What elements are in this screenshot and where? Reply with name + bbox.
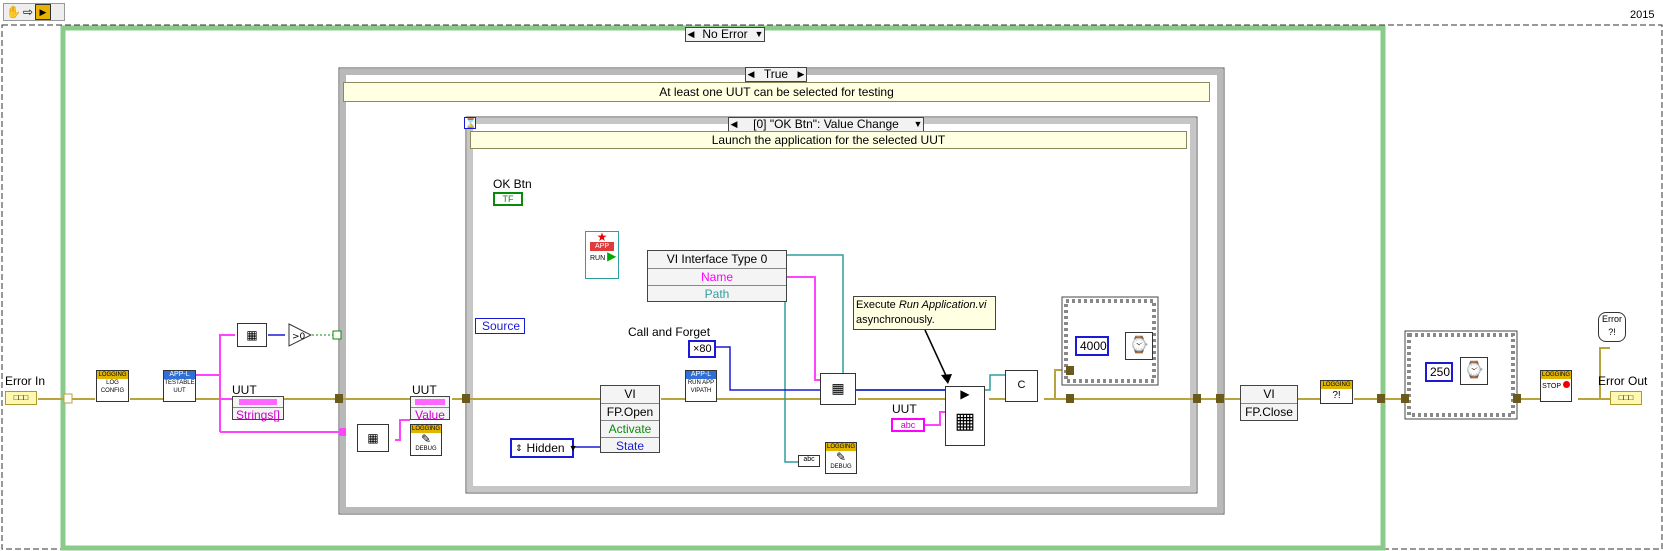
logging-error-subvi[interactable]: LOGGING ?! — [1320, 380, 1353, 404]
event-label: Launch the application for the selected … — [470, 131, 1187, 149]
debug-logging-subvi-2[interactable]: LOGGING ✎ DEBUG — [825, 442, 857, 474]
hourglass-icon: ⌛ — [464, 117, 477, 129]
event-selector-down-icon: ▼ — [913, 119, 923, 129]
error-clear-icon[interactable]: Error?! — [1598, 312, 1626, 342]
version-label: 2015 — [1630, 9, 1655, 21]
uut-property-node[interactable]: Strings[] — [232, 396, 284, 422]
start-async-call-node[interactable]: ▶ ▦ — [945, 386, 985, 446]
connector-pane-icon: ▦ — [954, 408, 976, 433]
vi-interface-property-node[interactable]: VI Interface Type 0 Name Path — [647, 250, 787, 302]
case-selector-left-icon: ◀ — [687, 29, 695, 39]
open-vi-reference-icon[interactable]: ▦ — [820, 373, 856, 405]
fp-close-invoke-node[interactable]: VI FP.Close — [1240, 385, 1298, 421]
testable-uut-subvi[interactable]: APP-L TESTABLE UUT — [163, 370, 196, 402]
hidden-enum-constant[interactable]: ⇕ Hidden ▼ — [510, 438, 578, 458]
enum-dropdown-icon: ▼ — [568, 443, 578, 453]
ok-btn-terminal[interactable]: TF — [493, 192, 523, 206]
fp-open-invoke-node[interactable]: VI FP.Open Activate State — [600, 385, 660, 453]
enum-updown-icon: ⇕ — [515, 443, 523, 453]
stop-icon — [1562, 381, 1570, 388]
hand-icon[interactable]: ✋ — [6, 5, 21, 19]
run-arrow-icon: ▶ — [607, 249, 617, 263]
labview-icon[interactable]: ▶ — [35, 4, 52, 20]
static-vi-reference[interactable]: ★ APP RUN ▶ — [585, 231, 619, 279]
uut-label-2: UUT — [412, 383, 437, 397]
logging-stop-subvi[interactable]: LOGGING STOP — [1540, 370, 1572, 402]
arrow-icon[interactable]: ⇨ — [23, 5, 33, 19]
toolbar: ✋ ⇨ ▶ — [3, 3, 65, 21]
source-node[interactable]: Source — [475, 318, 525, 334]
event-selector[interactable]: ◀ [0] "OK Btn": Value Change ▼ — [728, 117, 924, 132]
wait-ms-icon[interactable]: ⌚ — [1460, 357, 1488, 385]
case-selector-left-icon: ◀ — [747, 69, 755, 79]
format-string-icon[interactable]: abc — [798, 455, 820, 467]
error-out-terminal[interactable]: □□□ — [1610, 391, 1642, 405]
call-and-forget-label: Call and Forget — [628, 325, 711, 339]
star-icon: ★ — [596, 230, 608, 244]
log-config-subvi[interactable]: LOGGING LOG CONFIG — [96, 370, 129, 402]
wait-constant-4000[interactable]: 4000 — [1075, 336, 1109, 356]
greater-than-zero-icon[interactable]: >0 — [288, 323, 313, 347]
uut-label-3: UUT — [892, 402, 917, 416]
close-reference-node[interactable]: C — [1005, 370, 1038, 402]
call-and-forget-constant[interactable]: ×80 — [688, 340, 716, 358]
case-selector-down-icon: ▼ — [754, 29, 764, 39]
uut-label-1: UUT — [232, 383, 257, 397]
case-selector-no-error[interactable]: ◀ No Error ▼ — [685, 27, 765, 42]
wait-constant-250[interactable]: 250 — [1425, 362, 1453, 382]
index-array-icon[interactable]: ▦ — [357, 424, 389, 452]
event-selector-left-icon: ◀ — [730, 119, 738, 129]
case-selector-true[interactable]: ◀ True ▶ — [745, 67, 807, 82]
comment-label: Execute Run Application.vi asynchronously… — [853, 296, 996, 330]
case-label: At least one UUT can be selected for tes… — [343, 82, 1210, 102]
error-out-label: Error Out — [1598, 374, 1648, 388]
uut-string-terminal[interactable]: abc — [891, 418, 925, 432]
run-app-vipath-subvi[interactable]: APP-L RUN APP VIPATH — [685, 370, 717, 402]
array-size-icon[interactable]: ▦ — [237, 323, 267, 347]
debug-logging-subvi-1[interactable]: LOGGING ✎ DEBUG — [410, 424, 442, 456]
uut-value-property[interactable]: Value — [410, 396, 450, 422]
wait-ms-icon[interactable]: ⌚ — [1125, 332, 1153, 360]
error-in-label: Error In — [5, 374, 46, 388]
play-icon: ▶ — [960, 387, 970, 401]
case-selector-right-icon: ▶ — [797, 69, 805, 79]
error-in-terminal[interactable]: □□□ — [5, 391, 37, 405]
svg-text:>0: >0 — [292, 332, 306, 342]
ok-btn-label: OK Btn — [493, 177, 532, 191]
